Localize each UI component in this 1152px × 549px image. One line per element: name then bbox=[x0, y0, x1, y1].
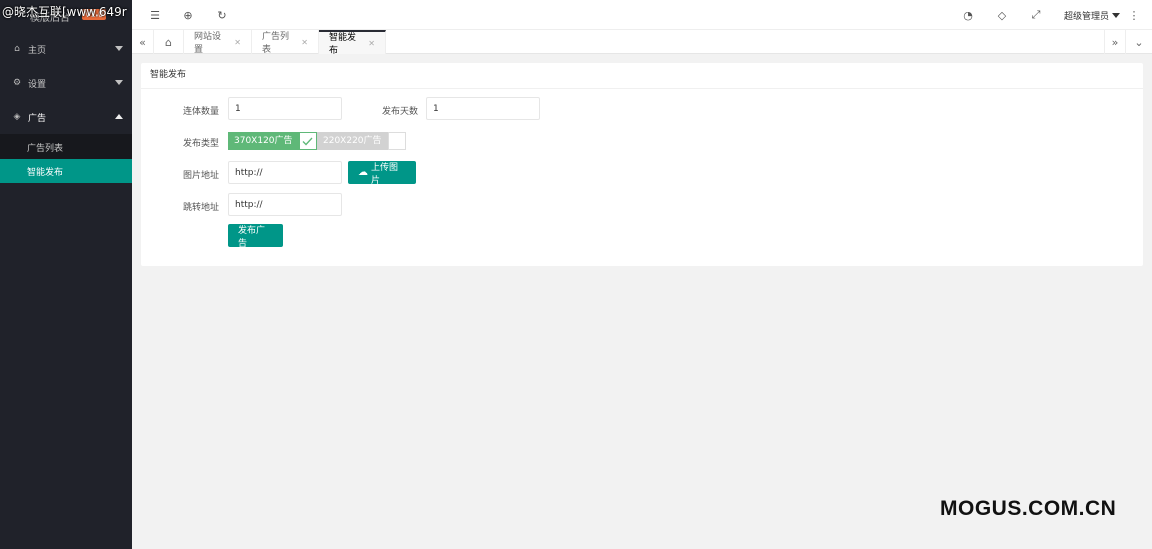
sidebar: 模版后台 V1.0 ⌂ 主页 ⚙ 设置 ◈ 广告 广告列表 智能发布 bbox=[0, 0, 132, 549]
chevron-up-icon bbox=[115, 114, 123, 119]
sidebar-item-label: 设置 bbox=[28, 79, 47, 90]
close-icon[interactable]: ✕ bbox=[368, 39, 375, 48]
sidebar-subitem-ad-list[interactable]: 广告列表 bbox=[0, 135, 132, 159]
tab-bar: « ⌂ 网站设置 ✕ 广告列表 ✕ 智能发布 ✕ » ⌄ bbox=[132, 30, 1152, 56]
sidebar-submenu: 广告列表 智能发布 bbox=[0, 134, 132, 183]
tab-label: 网站设置 bbox=[194, 32, 222, 55]
home-tab-icon[interactable]: ⌂ bbox=[154, 30, 184, 54]
publish-form-card: 智能发布 连体数量 1 发布天数 1 发布类型 370X120广告 220X22… bbox=[141, 63, 1143, 266]
card-title: 智能发布 bbox=[141, 63, 1143, 89]
menu-toggle-icon[interactable]: ☰ bbox=[148, 8, 162, 22]
redirect-url-input[interactable]: http:// bbox=[228, 193, 342, 216]
type-checkbox-370x120[interactable]: 370X120广告 bbox=[228, 132, 317, 150]
tab-label: 智能发布 bbox=[329, 33, 357, 56]
home-icon: ⌂ bbox=[14, 44, 20, 54]
checkbox-box bbox=[387, 132, 406, 150]
checkbox-label: 370X120广告 bbox=[228, 132, 299, 150]
upload-image-button[interactable]: ☁ 上传图片 bbox=[348, 161, 416, 186]
theme-icon[interactable]: ◔ bbox=[961, 8, 975, 22]
sidebar-item-ads[interactable]: ◈ 广告 bbox=[0, 100, 132, 134]
bottom-right-watermark: MOGUS.COM.CN bbox=[940, 497, 1117, 520]
sidebar-item-home[interactable]: ⌂ 主页 bbox=[0, 32, 132, 66]
refresh-icon[interactable]: ↻ bbox=[215, 8, 229, 22]
tabs-scroll-right-icon[interactable]: » bbox=[1104, 30, 1126, 54]
sidebar-item-label: 主页 bbox=[28, 45, 47, 56]
sidebar-subitem-label: 广告列表 bbox=[27, 143, 64, 154]
cloud-upload-icon: ☁ bbox=[358, 167, 368, 178]
days-label: 发布天数 bbox=[381, 107, 418, 117]
publish-ad-button[interactable]: 发布广告 bbox=[228, 224, 283, 249]
checkbox-label: 220X220广告 bbox=[317, 132, 388, 150]
globe-icon[interactable]: ⊕ bbox=[181, 8, 195, 22]
more-icon[interactable]: ⋮ bbox=[1127, 8, 1141, 22]
sidebar-item-label: 广告 bbox=[28, 113, 47, 124]
image-url-input[interactable]: http:// bbox=[228, 161, 342, 184]
tab-smart-publish[interactable]: 智能发布 ✕ bbox=[319, 30, 386, 56]
diamond-icon: ◈ bbox=[13, 112, 21, 122]
upload-button-label: 上传图片 bbox=[371, 162, 399, 186]
chevron-down-icon bbox=[115, 80, 123, 85]
top-left-watermark: @晓杰互联[www.649r bbox=[2, 5, 127, 19]
check-icon bbox=[298, 132, 317, 150]
count-input[interactable]: 1 bbox=[228, 97, 342, 120]
sidebar-subitem-label: 智能发布 bbox=[27, 167, 64, 178]
user-name: 超级管理员 bbox=[1064, 12, 1110, 22]
top-header: ☰ ⊕ ↻ ◔ ◇ ⤢ 超级管理员 ⋮ bbox=[132, 0, 1152, 30]
tag-icon[interactable]: ◇ bbox=[995, 8, 1009, 22]
user-menu[interactable]: 超级管理员 bbox=[1064, 9, 1121, 22]
tab-label: 广告列表 bbox=[262, 32, 290, 55]
count-label: 连体数量 bbox=[182, 107, 219, 117]
redirect-url-label: 跳转地址 bbox=[182, 203, 219, 213]
tabs-scroll-left-icon[interactable]: « bbox=[132, 30, 154, 54]
chevron-down-icon bbox=[1112, 13, 1121, 18]
close-icon[interactable]: ✕ bbox=[234, 38, 241, 47]
close-icon[interactable]: ✕ bbox=[301, 38, 308, 47]
type-label: 发布类型 bbox=[182, 139, 219, 149]
days-input[interactable]: 1 bbox=[426, 97, 540, 120]
type-checkbox-220x220[interactable]: 220X220广告 bbox=[317, 132, 406, 150]
tab-ad-list[interactable]: 广告列表 ✕ bbox=[252, 30, 319, 55]
chevron-down-icon bbox=[115, 46, 123, 51]
tab-site-settings[interactable]: 网站设置 ✕ bbox=[184, 30, 252, 55]
gear-icon: ⚙ bbox=[12, 78, 22, 88]
sidebar-item-settings[interactable]: ⚙ 设置 bbox=[0, 66, 132, 100]
image-url-label: 图片地址 bbox=[182, 171, 219, 181]
sidebar-subitem-smart-publish[interactable]: 智能发布 bbox=[0, 159, 132, 183]
fullscreen-icon[interactable]: ⤢ bbox=[1029, 8, 1043, 22]
tabs-dropdown-icon[interactable]: ⌄ bbox=[1128, 30, 1150, 54]
